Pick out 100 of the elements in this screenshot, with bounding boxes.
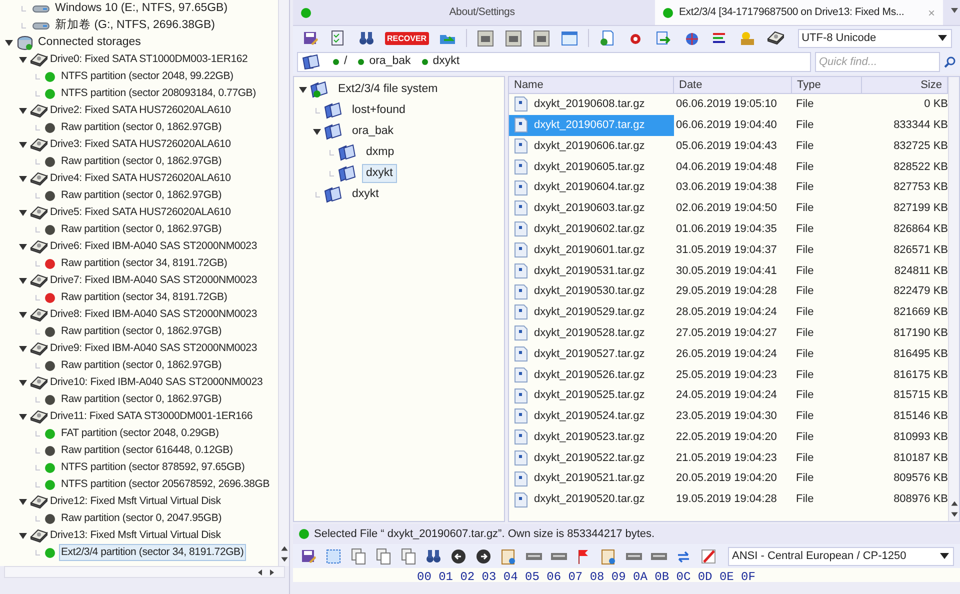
- file-name[interactable]: dxykt_20190608.tar.gz: [534, 96, 645, 113]
- partition-item[interactable]: NTFS partition (sector 2048, 99.22GB): [59, 68, 236, 86]
- tab[interactable]: Ext2/3/4 [34-17179687500 on Drive13: Fixed Ms... ×: [655, 0, 943, 25]
- expanded-arrow-icon[interactable]: [19, 108, 27, 114]
- tree-item[interactable]: Connected storages: [38, 34, 141, 52]
- scroll-down-icon[interactable]: [949, 510, 960, 519]
- expanded-arrow-icon[interactable]: [19, 278, 27, 284]
- expanded-arrow-icon[interactable]: [19, 312, 27, 318]
- search-icon[interactable]: [944, 56, 956, 68]
- drive-item[interactable]: Drive8: Fixed IBM-A040 SAS ST2000NM0023: [50, 306, 257, 322]
- file-name[interactable]: dxykt_20190530.tar.gz: [534, 283, 645, 300]
- partition-item[interactable]: Raw partition (sector 0, 2047.95GB): [59, 510, 224, 528]
- folder-item[interactable]: dxykt: [348, 184, 383, 204]
- file-name[interactable]: dxykt_20190604.tar.gz: [534, 179, 645, 196]
- column-header[interactable]: Name: [509, 77, 674, 93]
- toolbar-button[interactable]: [474, 546, 493, 566]
- encoding-dropdown[interactable]: UTF-8 Unicode: [798, 28, 952, 48]
- folder-item[interactable]: lost+found: [348, 100, 410, 120]
- drive-item[interactable]: Drive5: Fixed SATA HUS726020ALA610: [50, 204, 231, 220]
- expanded-arrow-icon[interactable]: [299, 86, 307, 92]
- toolbar-button[interactable]: [449, 546, 468, 566]
- column-header[interactable]: Date: [674, 77, 792, 93]
- drive-item[interactable]: Drive13: Fixed Msft Virtual Virtual Disk: [50, 528, 221, 544]
- scroll-left-icon[interactable]: [256, 568, 264, 576]
- partition-item[interactable]: Raw partition (sector 0, 1862.97GB): [59, 220, 224, 238]
- drive-item[interactable]: Drive11: Fixed SATA ST3000DM001-1ER166: [50, 408, 252, 424]
- recover-button[interactable]: RECOVER: [385, 32, 429, 44]
- partition-item[interactable]: NTFS partition (sector 878592, 97.65GB): [59, 458, 247, 476]
- file-name[interactable]: dxykt_20190531.tar.gz: [534, 262, 645, 280]
- scroll-right-icon[interactable]: [268, 568, 276, 576]
- path-segment[interactable]: dxykt: [432, 53, 460, 71]
- file-name[interactable]: dxykt_20190523.tar.gz: [534, 428, 645, 446]
- file-name[interactable]: dxykt_20190521.tar.gz: [534, 470, 645, 487]
- folder-item[interactable]: dxmp: [362, 142, 398, 162]
- file-name[interactable]: dxykt_20190603.tar.gz: [534, 200, 645, 217]
- vertical-scrollbar[interactable]: [948, 77, 959, 521]
- partition-item[interactable]: Raw partition (sector 616448, 0.12GB): [59, 442, 235, 460]
- expanded-arrow-icon[interactable]: [19, 244, 27, 250]
- partition-item[interactable]: Ext2/3/4 partition (sector 34, 8191.72GB): [59, 544, 246, 562]
- folder-item[interactable]: ora_bak: [348, 122, 398, 142]
- drive-item[interactable]: Drive4: Fixed SATA HUS726020ALA610: [50, 170, 231, 186]
- toolbar-button[interactable]: [766, 28, 785, 48]
- partition-item[interactable]: Raw partition (sector 0, 1862.97GB): [59, 152, 224, 170]
- file-name[interactable]: dxykt_20190601.tar.gz: [534, 242, 645, 258]
- file-name[interactable]: dxykt_20190527.tar.gz: [534, 346, 645, 362]
- file-name[interactable]: dxykt_20190522.tar.gz: [534, 450, 645, 466]
- drive-item[interactable]: Drive12: Fixed Msft Virtual Virtual Disk: [50, 494, 221, 510]
- drive-item[interactable]: Drive7: Fixed IBM-A040 SAS ST2000NM0023: [50, 272, 257, 288]
- scroll-down-icon[interactable]: [279, 555, 290, 564]
- column-header[interactable]: Type: [792, 77, 862, 93]
- partition-item[interactable]: Raw partition (sector 0, 1862.97GB): [59, 356, 224, 374]
- file-name[interactable]: dxykt_20190525.tar.gz: [534, 387, 645, 404]
- drive-item[interactable]: Drive10: Fixed IBM-A040 SAS ST2000NM0023: [50, 374, 263, 390]
- file-name[interactable]: dxykt_20190529.tar.gz: [534, 304, 645, 321]
- expanded-arrow-icon[interactable]: [19, 210, 27, 216]
- path-field[interactable]: / ora_bak dxykt: [297, 52, 811, 72]
- volume-label[interactable]: 新加卷 (G:, NTFS, 2696.38GB): [55, 16, 215, 34]
- scroll-up-icon[interactable]: [279, 544, 290, 553]
- drive-item[interactable]: Drive0: Fixed SATA ST1000DM003-1ER162: [50, 52, 248, 68]
- volume-label[interactable]: Windows 10 (E:, NTFS, 97.65GB): [55, 0, 228, 18]
- expanded-arrow-icon[interactable]: [19, 346, 27, 352]
- expanded-arrow-icon[interactable]: [313, 128, 321, 134]
- expanded-arrow-icon[interactable]: [19, 380, 27, 386]
- expanded-arrow-icon[interactable]: [19, 176, 27, 182]
- partition-item[interactable]: Raw partition (sector 0, 1862.97GB): [59, 390, 224, 408]
- path-segment[interactable]: /: [344, 53, 348, 71]
- expanded-arrow-icon[interactable]: [19, 56, 27, 62]
- drive-item[interactable]: Drive3: Fixed SATA HUS726020ALA610: [50, 136, 231, 152]
- file-name[interactable]: dxykt_20190526.tar.gz: [534, 366, 645, 383]
- file-name[interactable]: dxykt_20190605.tar.gz: [534, 158, 645, 176]
- file-name[interactable]: dxykt_20190520.tar.gz: [534, 491, 645, 508]
- quick-find-field[interactable]: Quick find...: [815, 52, 940, 72]
- partition-item[interactable]: FAT partition (sector 2048, 0.29GB): [59, 424, 221, 442]
- file-name[interactable]: dxykt_20190606.tar.gz: [534, 138, 645, 154]
- drive-item[interactable]: Drive2: Fixed SATA HUS726020ALA610: [50, 102, 231, 118]
- expanded-arrow-icon[interactable]: [19, 414, 27, 420]
- file-name[interactable]: dxykt_20190528.tar.gz: [534, 324, 645, 342]
- partition-item[interactable]: Raw partition (sector 34, 8191.72GB): [59, 254, 230, 272]
- partition-item[interactable]: Raw partition (sector 0, 1862.97GB): [59, 322, 224, 340]
- expanded-arrow-icon[interactable]: [19, 142, 27, 148]
- dropdown-arrow-icon[interactable]: [951, 8, 958, 13]
- horizontal-scrollbar[interactable]: [4, 566, 285, 578]
- partition-item[interactable]: Raw partition (sector 0, 1862.97GB): [59, 118, 224, 136]
- scroll-up-icon[interactable]: [949, 499, 960, 508]
- file-name[interactable]: dxykt_20190524.tar.gz: [534, 408, 645, 425]
- file-name[interactable]: dxykt_20190602.tar.gz: [534, 220, 645, 238]
- expanded-arrow-icon[interactable]: [5, 40, 13, 46]
- expanded-arrow-icon[interactable]: [19, 532, 27, 538]
- folder-item[interactable]: dxykt: [362, 164, 397, 184]
- drive-item[interactable]: Drive6: Fixed IBM-A040 SAS ST2000NM0023: [50, 238, 257, 254]
- path-segment[interactable]: ora_bak: [369, 53, 411, 71]
- partition-item[interactable]: Raw partition (sector 34, 8191.72GB): [59, 288, 230, 306]
- expanded-arrow-icon[interactable]: [19, 498, 27, 504]
- drive-item[interactable]: Drive9: Fixed IBM-A040 SAS ST2000NM0023: [50, 340, 257, 356]
- vertical-scrollbar[interactable]: [278, 0, 289, 566]
- partition-item[interactable]: NTFS partition (sector 205678592, 2696.38GB: [59, 476, 272, 494]
- partition-item[interactable]: NTFS partition (sector 208093184, 0.77GB): [59, 84, 258, 102]
- encoding-dropdown[interactable]: ANSI - Central European / CP-1250: [728, 546, 954, 566]
- folder-item[interactable]: Ext2/3/4 file system: [334, 80, 442, 100]
- partition-item[interactable]: Raw partition (sector 0, 1862.97GB): [59, 186, 224, 204]
